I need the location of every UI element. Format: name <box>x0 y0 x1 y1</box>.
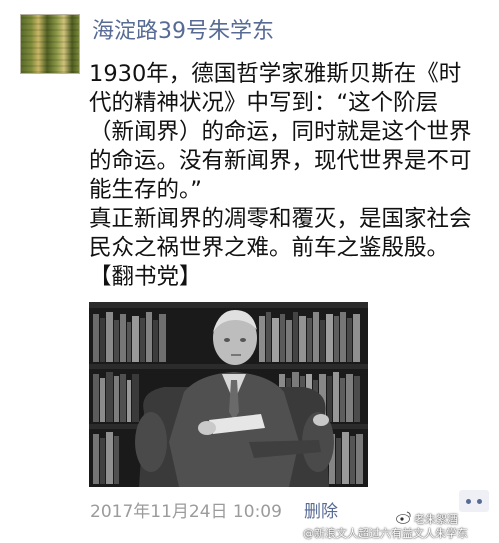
delete-link[interactable]: 删除 <box>304 497 338 522</box>
post-author[interactable]: 海淀路39号朱学东 <box>92 13 274 45</box>
post-line: 的命运。没有新闻界，现代世界是不可 <box>89 148 472 174</box>
post-photo[interactable] <box>89 302 368 487</box>
post-line: 能生存的。” <box>89 177 202 203</box>
comment-icon[interactable] <box>459 490 489 512</box>
weibo-logo-icon <box>396 511 411 524</box>
avatar[interactable] <box>20 14 80 74</box>
post-content: 1930年，德国哲学家雅斯贝斯在《时 代的精神状况》中写到：“这个阶层 （新闻界… <box>89 60 491 292</box>
post-line: 民众之祸世界之难。前车之鉴殷殷。 <box>89 235 450 261</box>
avatar-texture <box>21 15 79 73</box>
post-line: 【翻书党】 <box>89 264 202 290</box>
comment-dot <box>466 499 471 504</box>
post-line: （新闻界）的命运，同时就是这个世界 <box>89 119 472 145</box>
post-line: 真正新闻界的凋零和覆灭，是国家社会 <box>89 206 472 232</box>
comment-dot <box>477 499 482 504</box>
post-line: 1930年，德国哲学家雅斯贝斯在《时 <box>89 61 462 87</box>
watermark-site: @新浪文人超过六有益文人朱学东 <box>303 527 468 540</box>
post-timestamp: 2017年11月24日 10:09 <box>90 502 282 522</box>
photo-portrait-image <box>89 302 368 487</box>
post-line: 代的精神状况》中写到：“这个阶层 <box>89 90 439 116</box>
